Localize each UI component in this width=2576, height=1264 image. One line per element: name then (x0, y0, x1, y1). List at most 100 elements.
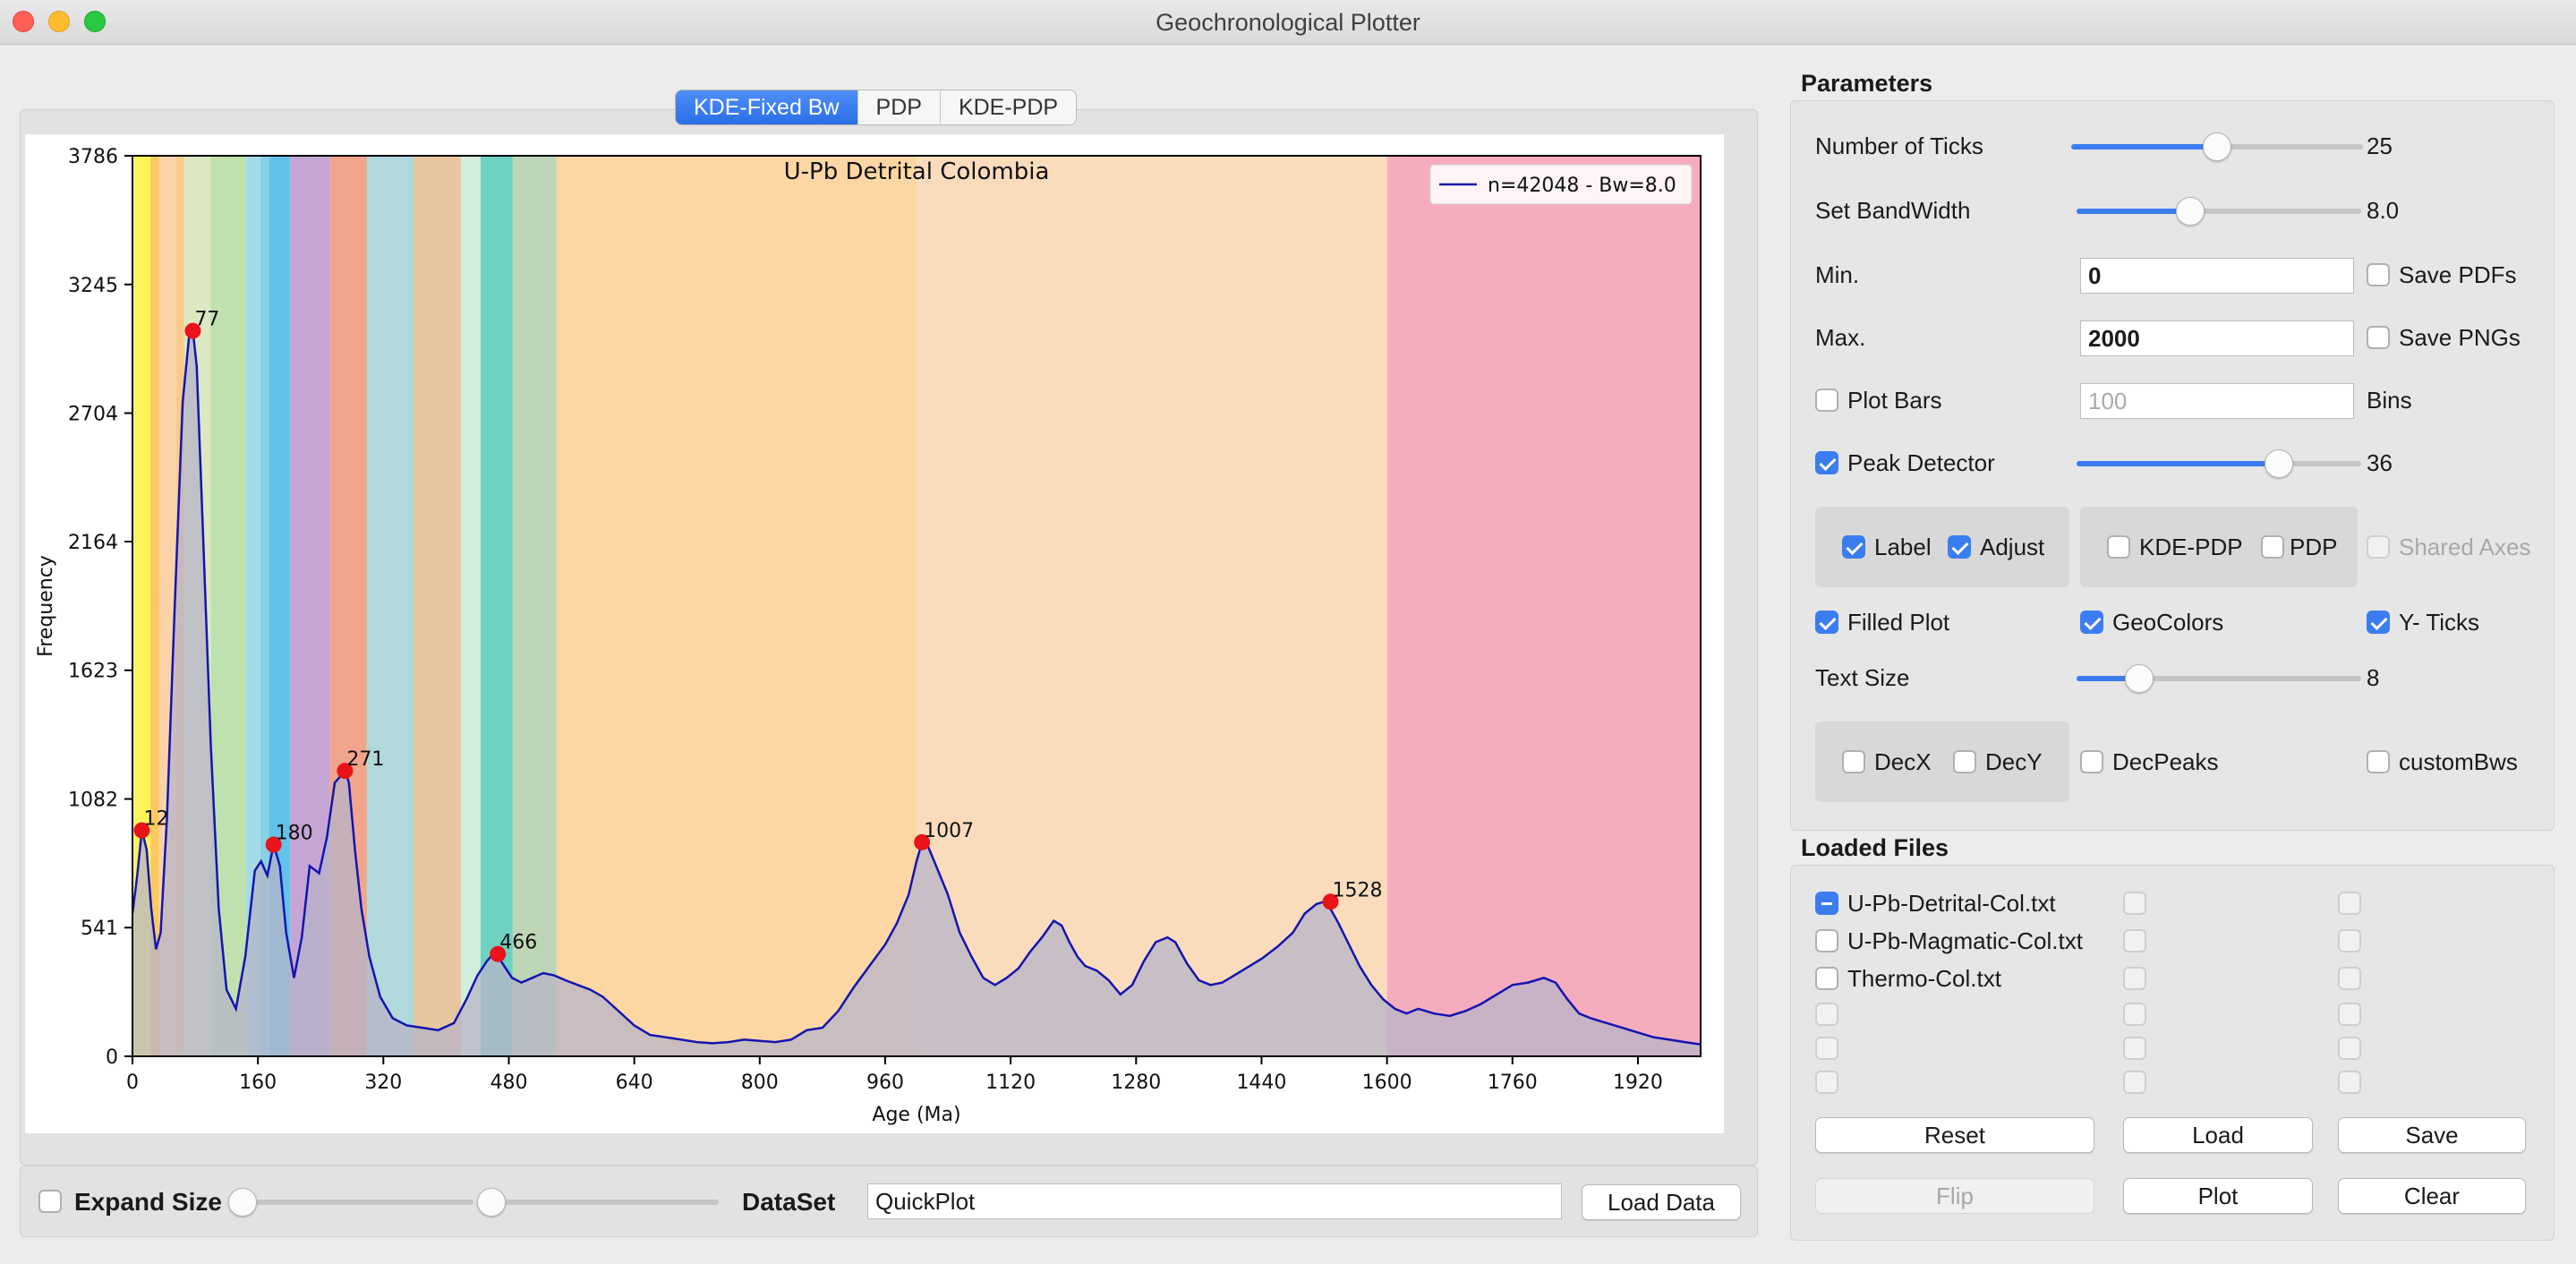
file-option-checkbox[interactable] (2338, 967, 2361, 990)
peak-detector-checkbox[interactable] (1815, 451, 1838, 474)
tab-pdp[interactable]: PDP (857, 90, 940, 124)
file-option-checkbox[interactable] (2123, 967, 2146, 990)
file-option-checkbox[interactable] (2338, 892, 2361, 915)
y-tick-label: 1623 (68, 661, 118, 683)
max-label: Max. (1815, 324, 1866, 351)
file-option-checkbox[interactable] (2338, 929, 2361, 952)
file-option-checkbox[interactable] (2123, 1003, 2146, 1026)
bandwidth-slider[interactable] (2077, 209, 2361, 214)
file-option-checkbox[interactable] (2123, 1071, 2146, 1094)
expand-width-slider[interactable] (241, 1200, 473, 1205)
file-option-checkbox[interactable] (2123, 929, 2146, 952)
geocolors-label: GeoColors (2112, 609, 2224, 636)
x-tick-label: 960 (866, 1072, 904, 1094)
file-checkbox-3[interactable] (1815, 967, 1838, 990)
save-button[interactable]: Save (2338, 1117, 2526, 1153)
min-label: Min. (1815, 261, 1860, 288)
save-pngs-label: Save PNGs (2399, 324, 2521, 351)
peak-detector-slider[interactable] (2077, 461, 2361, 466)
plot-bars-checkbox[interactable] (1815, 389, 1838, 412)
shared-axes-checkbox[interactable] (2367, 535, 2390, 559)
x-tick-label: 1440 (1236, 1072, 1286, 1094)
ticks-slider-knob[interactable] (2203, 132, 2231, 161)
load-button[interactable]: Load (2123, 1117, 2313, 1153)
expand-height-slider[interactable] (495, 1200, 719, 1205)
expand-width-slider-knob[interactable] (228, 1188, 257, 1217)
dataset-input[interactable]: QuickPlot (867, 1183, 1562, 1219)
ticks-value: 25 (2367, 132, 2393, 159)
peak-label: 466 (499, 932, 537, 954)
decy-checkbox[interactable] (1953, 750, 1976, 773)
bandwidth-slider-fill (2077, 209, 2191, 214)
decy-label: DecY (1985, 748, 2043, 775)
bins-label: Bins (2367, 387, 2412, 414)
custombws-checkbox[interactable] (2367, 750, 2390, 773)
bandwidth-slider-knob[interactable] (2176, 197, 2205, 226)
y-tick-label: 0 (106, 1046, 118, 1069)
reset-button[interactable]: Reset (1815, 1117, 2094, 1153)
expand-size-label: Expand Size (74, 1188, 222, 1216)
peak-label: 1528 (1333, 879, 1383, 901)
adjust-checkbox[interactable] (1948, 535, 1971, 559)
label-checkbox[interactable] (1842, 535, 1865, 559)
file-checkbox-4[interactable] (1815, 1003, 1838, 1026)
peak-detector-label: Peak Detector (1847, 449, 1995, 476)
ticks-label: Number of Ticks (1815, 132, 1983, 159)
decx-label: DecX (1874, 748, 1932, 775)
expand-height-slider-knob[interactable] (477, 1188, 506, 1217)
peak-label: 12 (144, 808, 169, 831)
peak-label: 180 (276, 823, 313, 845)
x-tick-label: 1760 (1488, 1072, 1538, 1094)
loaded-files-title: Loaded Files (1801, 834, 1949, 861)
expand-size-checkbox[interactable] (38, 1190, 62, 1213)
kdepdp-checkbox[interactable] (2107, 535, 2130, 559)
kde-chart: 0 160 320 480 640 800 960 1120 1280 1440 1600 1760 1… (35, 146, 1702, 1126)
x-tick-label: 320 (364, 1072, 402, 1094)
yticks-checkbox[interactable] (2367, 611, 2390, 634)
load-data-button[interactable]: Load Data (1582, 1184, 1741, 1220)
x-tick-label: 1280 (1111, 1072, 1161, 1094)
bins-input[interactable]: 100 (2080, 383, 2354, 419)
text-size-slider-knob[interactable] (2124, 664, 2154, 693)
decx-checkbox[interactable] (1842, 750, 1865, 773)
geo-band (480, 156, 513, 1056)
file-option-checkbox[interactable] (2338, 1071, 2361, 1094)
label-label: Label (1874, 534, 1932, 560)
x-axis-label: Age (Ma) (872, 1104, 960, 1126)
file-option-checkbox[interactable] (2123, 892, 2146, 915)
y-tick-label: 2164 (68, 532, 118, 554)
tab-kde-fixed-bw[interactable]: KDE-Fixed Bw (676, 90, 857, 124)
text-size-value: 8 (2367, 664, 2380, 691)
clear-button[interactable]: Clear (2338, 1178, 2526, 1214)
tab-kde-pdp[interactable]: KDE-PDP (939, 90, 1076, 124)
file-checkbox-1[interactable] (1815, 892, 1838, 915)
x-tick-label: 160 (239, 1072, 277, 1094)
parameters-title: Parameters (1801, 70, 1933, 97)
max-input[interactable]: 2000 (2080, 320, 2354, 356)
save-pdfs-checkbox[interactable] (2367, 263, 2390, 286)
file-checkbox-2[interactable] (1815, 929, 1838, 952)
text-size-slider[interactable] (2077, 676, 2361, 681)
window-title-bar: Geochronological Plotter (0, 0, 2576, 45)
plot-button[interactable]: Plot (2123, 1178, 2313, 1214)
decpeaks-label: DecPeaks (2112, 748, 2219, 775)
x-tick-label: 0 (126, 1072, 139, 1094)
legend-label: n=42048 - Bw=8.0 (1488, 175, 1676, 197)
pdp-checkbox[interactable] (2261, 535, 2284, 559)
decpeaks-checkbox[interactable] (2080, 750, 2103, 773)
file-option-checkbox[interactable] (2338, 1037, 2361, 1060)
file-checkbox-5[interactable] (1815, 1037, 1838, 1060)
save-pngs-checkbox[interactable] (2367, 326, 2390, 349)
geocolors-checkbox[interactable] (2080, 611, 2103, 634)
peak-detector-slider-knob[interactable] (2264, 449, 2293, 478)
x-tick-label: 1600 (1362, 1072, 1412, 1094)
peak-label: 1007 (924, 820, 974, 842)
file-checkbox-6[interactable] (1815, 1071, 1838, 1094)
filled-plot-checkbox[interactable] (1815, 611, 1838, 634)
geo-band (512, 156, 557, 1056)
min-input[interactable]: 0 (2080, 258, 2354, 294)
peak-detector-value: 36 (2367, 449, 2393, 476)
file-option-checkbox[interactable] (2338, 1003, 2361, 1026)
flip-button[interactable]: Flip (1815, 1178, 2094, 1214)
file-option-checkbox[interactable] (2123, 1037, 2146, 1060)
